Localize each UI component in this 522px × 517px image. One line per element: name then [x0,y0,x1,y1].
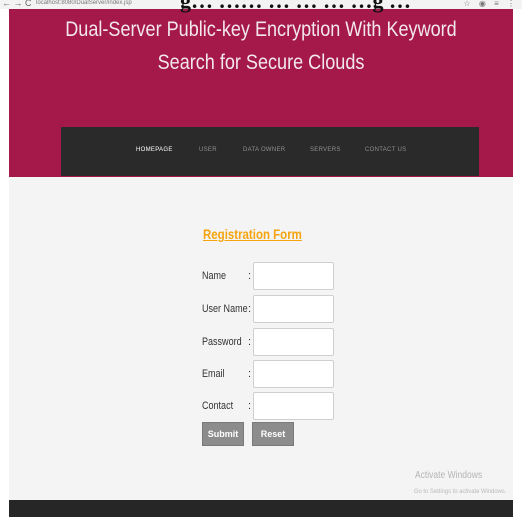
nav-servers[interactable]: SERVERS [310,147,341,153]
name-field[interactable] [253,262,334,290]
password-field[interactable] [253,328,334,356]
browser-menu-icons[interactable]: ☆ ◉ ≡ ⋮ [464,0,519,8]
site-title-line-1: Dual-Server Public-key Encryption With K… [65,18,457,41]
password-label: Password [202,336,242,348]
nav-contact-us[interactable]: CONTACT US [365,147,406,153]
contact-colon: : [248,400,252,412]
activate-windows-title: Activate Windows [415,470,483,481]
main-content: Registration Form Name : User Name : Pas… [9,177,513,500]
form-title: Registration Form [203,226,302,242]
submit-button[interactable]: Submit [202,422,244,446]
main-navigation: HOMEPAGE USER DATA OWNER SERVERS CONTACT… [61,127,479,176]
email-colon: : [248,368,252,380]
contact-field[interactable] [253,392,334,420]
reset-button[interactable]: Reset [252,422,294,446]
nav-homepage[interactable]: HOMEPAGE [136,147,173,153]
name-colon: : [248,270,252,282]
nav-user[interactable]: USER [199,147,217,153]
username-field[interactable] [253,295,334,323]
address-bar[interactable]: localhost:8080/DualServer/index.jsp [36,0,132,6]
site-title: Dual-Server Public-key Encryption With K… [44,13,477,79]
username-label: User Name [202,303,248,315]
browser-nav-icons[interactable]: ← → C [2,0,32,8]
email-label: Email [202,368,225,380]
nav-data-owner[interactable]: DATA OWNER [243,147,285,153]
email-field[interactable] [253,360,334,388]
document-caption: g… …… … … … …g … [180,0,411,13]
site-footer [9,500,513,517]
activate-windows-subtitle: Go to Settings to activate Windows. [414,488,507,495]
site-title-line-2: Search for Secure Clouds [157,51,365,74]
contact-label: Contact [202,400,234,412]
name-label: Name [202,270,227,282]
username-colon: : [248,303,252,315]
password-colon: : [248,336,252,348]
